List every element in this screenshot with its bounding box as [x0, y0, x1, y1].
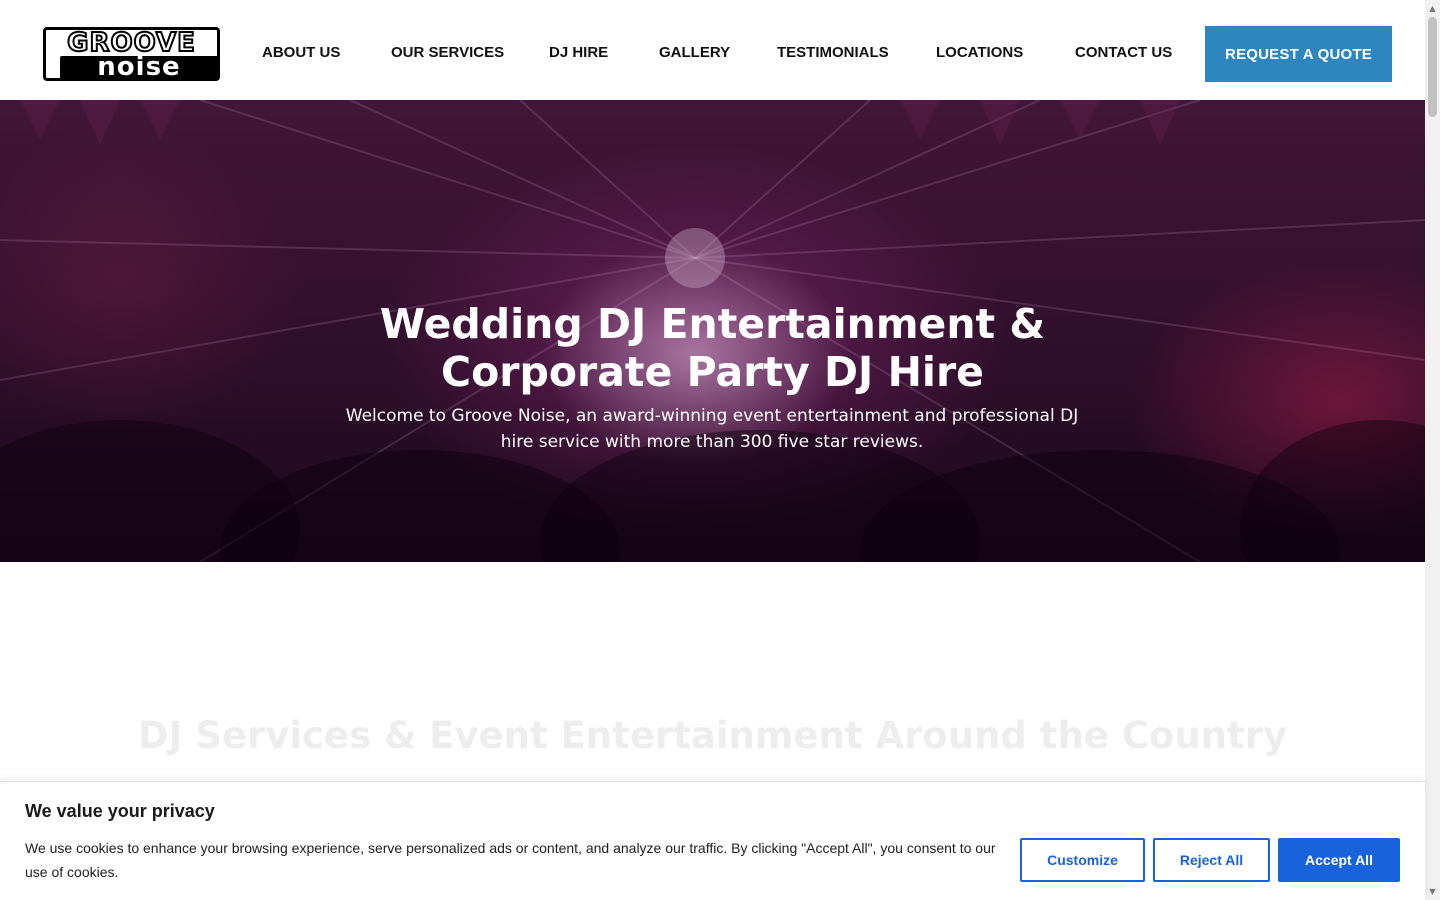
cookie-consent-banner: We value your privacy We use cookies to …	[0, 781, 1425, 900]
groove-noise-logo[interactable]: GROOVE noise	[43, 27, 220, 81]
site-header: GROOVE noise ABOUT US OUR SERVICES DJ HI…	[0, 0, 1425, 100]
nav-dj-hire[interactable]: DJ HIRE	[549, 44, 608, 61]
nav-contact-us[interactable]: CONTACT US	[1075, 44, 1172, 61]
request-quote-button[interactable]: REQUEST A QUOTE	[1205, 26, 1392, 82]
nav-locations[interactable]: LOCATIONS	[936, 44, 1023, 61]
cookie-customize-button[interactable]: Customize	[1020, 838, 1145, 882]
hero-title-line-1: Wedding DJ Entertainment &	[379, 300, 1046, 348]
nav-our-services[interactable]: OUR SERVICES	[391, 44, 504, 61]
section-heading-faded: DJ Services & Event Entertainment Around…	[137, 714, 1288, 757]
logo-text-bottom: noise	[60, 54, 217, 78]
cookie-description: We use cookies to enhance your browsing …	[25, 840, 996, 880]
cookie-reject-all-button[interactable]: Reject All	[1153, 838, 1270, 882]
hero-subtitle-line-2: hire service with more than 300 five sta…	[500, 432, 924, 452]
cookie-title: We value your privacy	[25, 801, 215, 821]
page-scrollbar[interactable]: ▲ ▼	[1425, 0, 1440, 900]
hero-title-line-2: Corporate Party DJ Hire	[441, 348, 984, 396]
triangle-down-icon[interactable]: ▼	[1425, 883, 1440, 900]
cookie-accept-all-button[interactable]: Accept All	[1278, 838, 1400, 882]
hero-banner: Wedding DJ Entertainment & Corporate Par…	[0, 100, 1425, 562]
scrollbar-thumb[interactable]	[1428, 17, 1437, 117]
nav-testimonials[interactable]: TESTIMONIALS	[777, 44, 889, 61]
hero-subtitle-line-1: Welcome to Groove Noise, an award-winnin…	[345, 406, 1079, 426]
nav-about-us[interactable]: ABOUT US	[262, 44, 340, 61]
hero-title: Wedding DJ Entertainment & Corporate Par…	[0, 300, 1425, 396]
triangle-up-icon[interactable]: ▲	[1425, 0, 1440, 17]
nav-gallery[interactable]: GALLERY	[659, 44, 730, 61]
hero-subtitle: Welcome to Groove Noise, an award-winnin…	[312, 403, 1112, 455]
